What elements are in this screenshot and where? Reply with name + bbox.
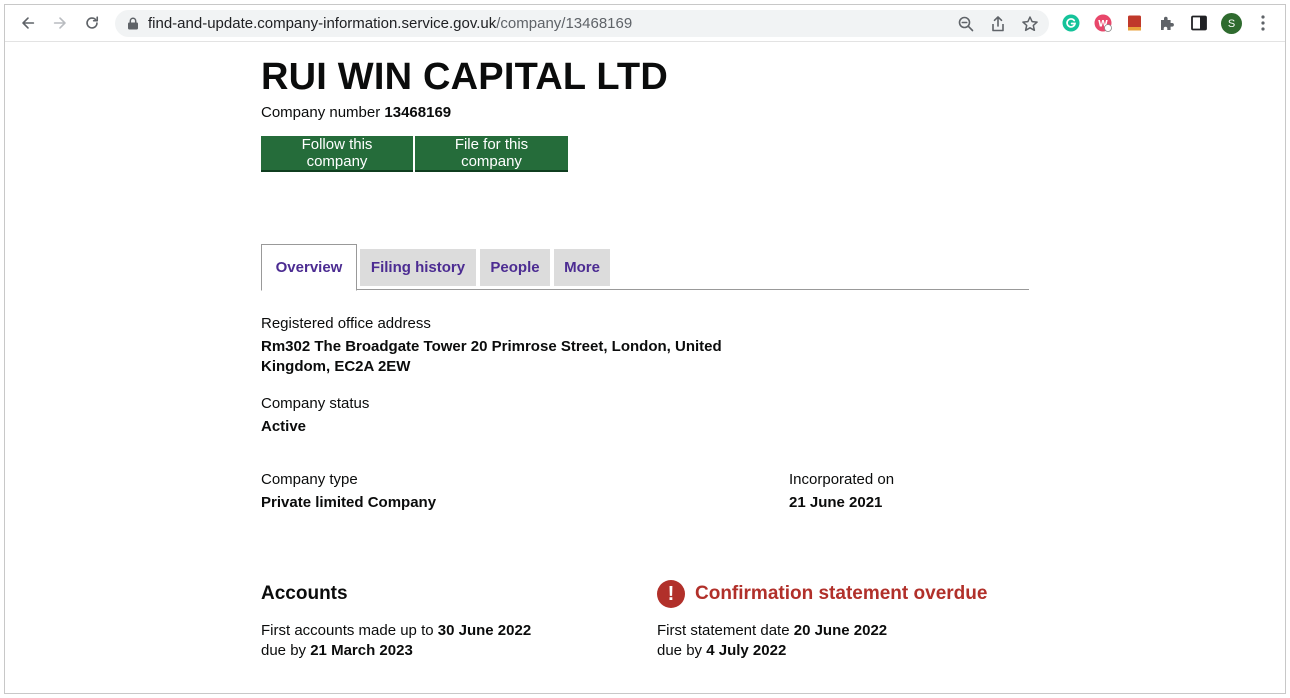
reload-icon[interactable] [82, 13, 102, 33]
browser-toolbar: find-and-update.company-information.serv… [5, 5, 1285, 42]
accounts-due-line: due by 21 March 2023 [261, 641, 413, 661]
more-vert-icon[interactable] [1257, 14, 1269, 32]
book-extension-icon[interactable] [1126, 14, 1144, 32]
forward-arrow-icon[interactable] [50, 13, 70, 33]
share-icon[interactable] [989, 15, 1007, 33]
company-status-value: Active [261, 418, 307, 435]
company-type-value: Private limited Company [261, 494, 437, 511]
company-number-value: 13468169 [384, 104, 452, 121]
browser-window: find-and-update.company-information.serv… [4, 4, 1286, 694]
lock-icon [128, 17, 138, 30]
tab-overview[interactable]: Overview [261, 244, 357, 291]
confirmation-overdue-heading: Confirmation statement overdue [695, 583, 988, 604]
tab-people[interactable]: People [480, 249, 550, 286]
incorporated-value: 21 June 2021 [789, 494, 883, 511]
confirmation-first-line: First statement date 20 June 2022 [657, 621, 887, 641]
registered-office-line1: Rm302 The Broadgate Tower 20 Primrose St… [261, 338, 722, 355]
bookmark-star-icon[interactable] [1021, 15, 1039, 33]
company-status-label: Company status [261, 395, 370, 412]
confirmation-first-label: First statement date [657, 622, 790, 639]
company-type-label: Company type [261, 471, 358, 488]
page-content: RUI WIN CAPITAL LTD Company number 13468… [5, 42, 1285, 693]
extensions-puzzle-icon[interactable] [1158, 14, 1176, 32]
accounts-due-label: due by [261, 642, 307, 659]
company-tabs: Overview Filing history People More [261, 244, 1029, 291]
confirmation-due-line: due by 4 July 2022 [657, 641, 786, 661]
accounts-first-label: First accounts made up to [261, 622, 434, 639]
accounts-first-value: 30 June 2022 [437, 622, 532, 639]
registered-office-label: Registered office address [261, 315, 431, 332]
side-panel-icon[interactable] [1190, 14, 1208, 32]
extension-badge-icon[interactable]: W [1094, 14, 1112, 32]
url-text: find-and-update.company-information.serv… [148, 15, 632, 32]
file-for-company-button[interactable]: File for this company [415, 136, 568, 170]
company-number-label: Company number [261, 104, 381, 121]
url-path: /company/13468169 [496, 15, 633, 32]
tab-filing-history[interactable]: Filing history [360, 249, 476, 286]
warning-icon: ! [657, 580, 685, 608]
profile-avatar[interactable]: S [1221, 13, 1242, 34]
back-arrow-icon[interactable] [18, 13, 38, 33]
confirmation-first-value: 20 June 2022 [793, 622, 888, 639]
confirmation-due-label: due by [657, 642, 703, 659]
company-number: Company number 13468169 [261, 104, 451, 121]
accounts-heading: Accounts [261, 583, 348, 604]
zoom-icon[interactable] [957, 15, 975, 33]
url-host: find-and-update.company-information.serv… [148, 15, 497, 32]
accounts-first-line: First accounts made up to 30 June 2022 [261, 621, 531, 641]
tab-more[interactable]: More [554, 249, 610, 286]
follow-company-button[interactable]: Follow this company [261, 136, 413, 170]
company-name-heading: RUI WIN CAPITAL LTD [261, 56, 668, 98]
address-bar[interactable]: find-and-update.company-information.serv… [115, 10, 1049, 37]
grammarly-extension-icon[interactable] [1062, 14, 1080, 32]
incorporated-label: Incorporated on [789, 471, 895, 488]
confirmation-due-value: 4 July 2022 [706, 642, 787, 659]
accounts-due-value: 21 March 2023 [310, 642, 413, 659]
registered-office-line2: Kingdom, EC2A 2EW [261, 358, 411, 375]
